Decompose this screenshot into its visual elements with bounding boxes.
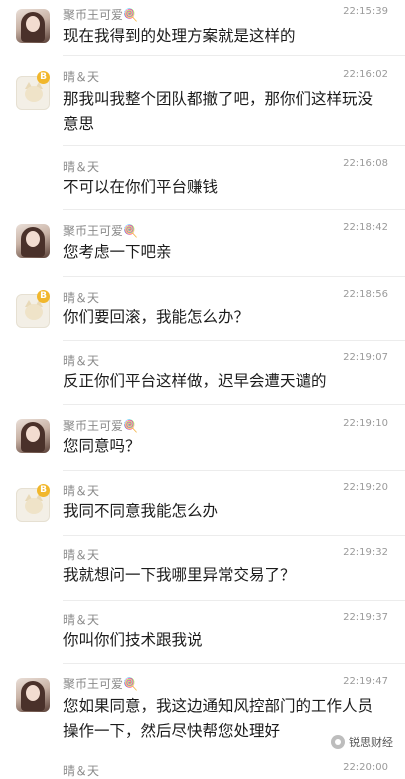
divider [63, 404, 405, 405]
message-text: 那我叫我整个团队都撤了吧，那你们这样玩没意思 [63, 90, 374, 133]
message-text: 你们要回滚，我能怎么办？ [63, 308, 250, 326]
divider [63, 470, 405, 471]
message-text: 我就想问一下我哪里异常交易了？ [63, 566, 296, 584]
divider [63, 276, 405, 277]
watermark: 锐思财经 [331, 734, 393, 750]
message-text: 我同不同意我能怎么办 [63, 502, 219, 520]
divider [63, 340, 405, 341]
divider [63, 535, 405, 536]
message-text: 您考虑一下吧亲 [63, 243, 172, 261]
message-time: 22:15:39 [343, 6, 388, 17]
sender-name: 晴＆天 [63, 548, 100, 562]
wechat-channel-icon [331, 735, 345, 749]
message-time: 22:19:07 [343, 352, 388, 363]
sender-name: 晴＆天 [63, 764, 100, 778]
divider [63, 663, 405, 664]
sender-name: 晴＆天 [63, 160, 100, 174]
sender-name: 晴＆天 [63, 354, 100, 368]
sender-name: 聚币王可爱🍭 [63, 677, 138, 691]
level-badge: B [37, 71, 50, 84]
message-text: 反正你们平台这样做，迟早会遭天谴的 [63, 372, 327, 390]
message-text: 你叫你们技术跟我说 [63, 631, 203, 649]
divider [63, 55, 405, 56]
sender-name: 晴＆天 [63, 70, 100, 84]
watermark-text: 锐思财经 [349, 736, 393, 749]
divider [63, 209, 405, 210]
user-avatar[interactable] [16, 224, 50, 258]
level-badge: B [37, 484, 50, 497]
level-badge: B [37, 290, 50, 303]
message-time: 22:19:32 [343, 547, 388, 558]
message-time: 22:18:42 [343, 222, 388, 233]
message-text: 不可以在你们平台赚钱 [63, 178, 219, 196]
divider [63, 145, 405, 146]
sender-name: 晴＆天 [63, 291, 100, 305]
message-time: 22:16:02 [343, 69, 388, 80]
message-time: 22:19:47 [343, 676, 388, 687]
sender-name: 晴＆天 [63, 613, 100, 627]
user-avatar[interactable] [16, 9, 50, 43]
sender-name: 聚币王可爱🍭 [63, 419, 138, 433]
message-time: 22:19:20 [343, 482, 388, 493]
sender-name: 晴＆天 [63, 484, 100, 498]
divider [63, 600, 405, 601]
sender-name: 聚币王可爱🍭 [63, 8, 138, 22]
message-time: 22:19:37 [343, 612, 388, 623]
message-text: 现在我得到的处理方案就是这样的 [63, 27, 296, 45]
message-time: 22:18:56 [343, 289, 388, 300]
user-avatar[interactable] [16, 678, 50, 712]
sender-name: 聚币王可爱🍭 [63, 224, 138, 238]
message-time: 22:19:10 [343, 418, 388, 429]
message-time: 22:16:08 [343, 158, 388, 169]
user-avatar[interactable] [16, 419, 50, 453]
message-text: 您同意吗？ [63, 437, 141, 455]
